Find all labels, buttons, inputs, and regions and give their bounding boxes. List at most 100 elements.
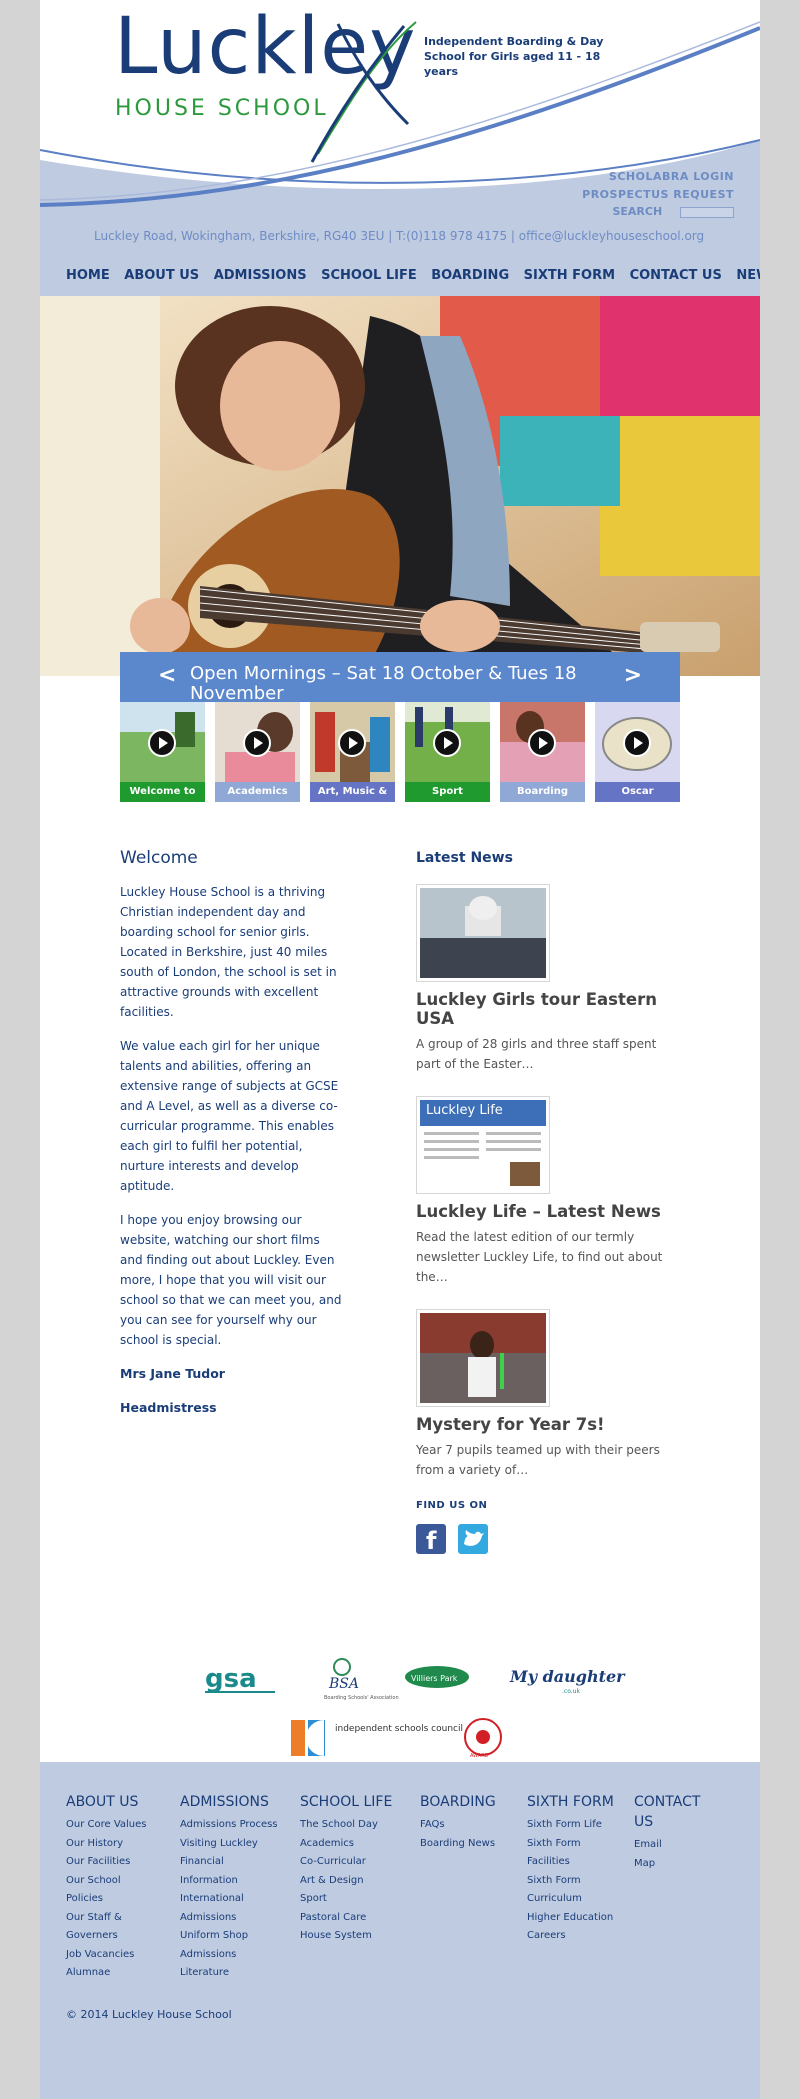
search-input[interactable] [680, 206, 734, 218]
play-icon[interactable] [528, 729, 556, 757]
video-thumb-label: Oscar [595, 782, 680, 802]
play-icon[interactable] [148, 729, 176, 757]
nav-news[interactable]: NEWS [736, 268, 760, 283]
footer-link[interactable]: Academics [300, 1835, 410, 1854]
play-icon[interactable] [433, 729, 461, 757]
footer-heading[interactable]: ADMISSIONS [180, 1792, 295, 1812]
footer-link[interactable]: Information [180, 1872, 295, 1891]
footer-link[interactable]: Job Vacancies [66, 1946, 166, 1965]
signature-name: Mrs Jane Tudor [120, 1366, 225, 1381]
footer-link[interactable]: Co-Curricular [300, 1853, 410, 1872]
footer-link[interactable]: Admissions [180, 1909, 295, 1928]
dofe-award-logo: AWARD [464, 1718, 502, 1759]
footer-link[interactable]: Admissions [180, 1946, 295, 1965]
twitter-icon[interactable] [458, 1524, 488, 1554]
footer-link[interactable]: Our School [66, 1872, 166, 1891]
play-icon[interactable] [338, 729, 366, 757]
nav-contact-us[interactable]: CONTACT US [630, 268, 722, 283]
site-header: Luckley HOUSE SCHOOL Independent Boardin… [40, 0, 760, 296]
welcome-paragraph: I hope you enjoy browsing our website, w… [120, 1213, 342, 1347]
nav-about-us[interactable]: ABOUT US [124, 268, 199, 283]
footer-link[interactable]: Uniform Shop [180, 1927, 295, 1946]
footer-link[interactable]: Our Facilities [66, 1853, 166, 1872]
nav-boarding[interactable]: BOARDING [431, 268, 509, 283]
footer-heading[interactable]: SCHOOL LIFE [300, 1792, 410, 1812]
nav-home[interactable]: HOME [66, 268, 110, 283]
footer-link[interactable]: Art & Design [300, 1872, 410, 1891]
footer-link[interactable]: Facilities [527, 1853, 622, 1872]
footer-link[interactable]: Sixth Form [527, 1872, 622, 1891]
footer-column-boarding: BOARDING FAQs Boarding News [420, 1792, 520, 1853]
bsa-logo-subtext: Boarding Schools' Association [324, 1695, 399, 1701]
footer-link[interactable]: Our Core Values [66, 1816, 166, 1835]
scholabra-login-link[interactable]: SCHOLABRA LOGIN [582, 168, 734, 186]
news-item[interactable]: Mystery for Year 7s! Year 7 pupils teame… [416, 1309, 681, 1480]
banner-next-button[interactable]: > [624, 663, 642, 688]
footer-link[interactable]: Policies [66, 1890, 166, 1909]
news-title[interactable]: Mystery for Year 7s! [416, 1415, 681, 1434]
video-thumb-sport[interactable]: Sport [405, 702, 490, 802]
gsa-logo: gsa [205, 1664, 275, 1694]
footer-link[interactable]: Boarding News [420, 1835, 520, 1854]
nav-sixth-form[interactable]: SIXTH FORM [524, 268, 615, 283]
latest-news-heading: Latest News [416, 850, 513, 866]
banner-text[interactable]: Open Mornings – Sat 18 October & Tues 18… [190, 664, 610, 704]
video-thumb-welcome[interactable]: Welcome to [120, 702, 205, 802]
footer-heading[interactable]: ABOUT US [66, 1792, 166, 1812]
footer-link[interactable]: Careers [527, 1927, 622, 1946]
prospectus-request-link[interactable]: PROSPECTUS REQUEST [582, 186, 734, 204]
footer-link[interactable]: Sport [300, 1890, 410, 1909]
footer-link[interactable]: Higher Education [527, 1909, 622, 1928]
footer-link[interactable]: Literature [180, 1964, 295, 1983]
news-title[interactable]: Luckley Girls tour Eastern USA [416, 990, 681, 1028]
footer-link[interactable]: Alumnae [66, 1964, 166, 1983]
news-item[interactable]: Luckley Life Luckley Life – Latest News … [416, 1096, 681, 1287]
footer-link[interactable]: Pastoral Care [300, 1909, 410, 1928]
footer-link[interactable]: Admissions Process [180, 1816, 295, 1835]
play-icon[interactable] [243, 729, 271, 757]
nav-admissions[interactable]: ADMISSIONS [214, 268, 307, 283]
footer-link[interactable]: Our Staff & [66, 1909, 166, 1928]
copyright: © 2014 Luckley House School [66, 2008, 232, 2021]
footer-heading[interactable]: BOARDING [420, 1792, 520, 1812]
footer-link[interactable]: House System [300, 1927, 410, 1946]
video-thumb-academics[interactable]: Academics [215, 702, 300, 802]
footer-link[interactable]: Map [634, 1855, 714, 1874]
footer-link[interactable]: Sixth Form [527, 1835, 622, 1854]
footer-link[interactable]: The School Day [300, 1816, 410, 1835]
video-thumb-label: Boarding [500, 782, 585, 802]
footer-link[interactable]: International [180, 1890, 295, 1909]
play-icon[interactable] [623, 729, 651, 757]
bsa-logo-text: BSA [328, 1676, 359, 1692]
footer-link[interactable]: Curriculum [527, 1890, 622, 1909]
footer-link[interactable]: FAQs [420, 1816, 520, 1835]
news-thumb-image[interactable]: Luckley Life [416, 1096, 550, 1194]
video-thumb-boarding[interactable]: Boarding [500, 702, 585, 802]
svg-text:f: f [426, 1527, 437, 1554]
video-thumb-label: Sport [405, 782, 490, 802]
footer-link[interactable]: Governers [66, 1927, 166, 1946]
footer-link[interactable]: Sixth Form Life [527, 1816, 622, 1835]
footer-heading[interactable]: SIXTH FORM [527, 1792, 622, 1812]
footer-link[interactable]: Email [634, 1836, 714, 1855]
video-thumb-oscar[interactable]: Oscar [595, 702, 680, 802]
footer-column-school-life: SCHOOL LIFE The School Day Academics Co-… [300, 1792, 410, 1946]
banner-prev-button[interactable]: < [158, 663, 176, 688]
news-item[interactable]: Luckley Girls tour Eastern USA A group o… [416, 884, 681, 1074]
welcome-paragraph: Luckley House School is a thriving Chris… [120, 885, 337, 1019]
footer-heading[interactable]: CONTACT US [634, 1792, 714, 1832]
logo-subtitle: HOUSE SCHOOL [115, 96, 329, 121]
news-title[interactable]: Luckley Life – Latest News [416, 1202, 681, 1221]
latest-news-section: Latest News Luckley Girls tour Eastern U… [416, 848, 681, 1502]
contact-address: Luckley Road, Wokingham, Berkshire, RG40… [94, 229, 705, 243]
news-summary: A group of 28 girls and three staff spen… [416, 1037, 657, 1071]
footer-link[interactable]: Our History [66, 1835, 166, 1854]
gsa-logo-text: gsa [205, 1664, 257, 1694]
facebook-icon[interactable]: f [416, 1524, 446, 1555]
nav-school-life[interactable]: SCHOOL LIFE [321, 268, 417, 283]
video-thumb-art-music[interactable]: Art, Music & [310, 702, 395, 802]
footer-link[interactable]: Visiting Luckley [180, 1835, 295, 1854]
news-thumb-image[interactable] [416, 1309, 550, 1407]
footer-link[interactable]: Financial [180, 1853, 295, 1872]
news-thumb-image[interactable] [416, 884, 550, 982]
